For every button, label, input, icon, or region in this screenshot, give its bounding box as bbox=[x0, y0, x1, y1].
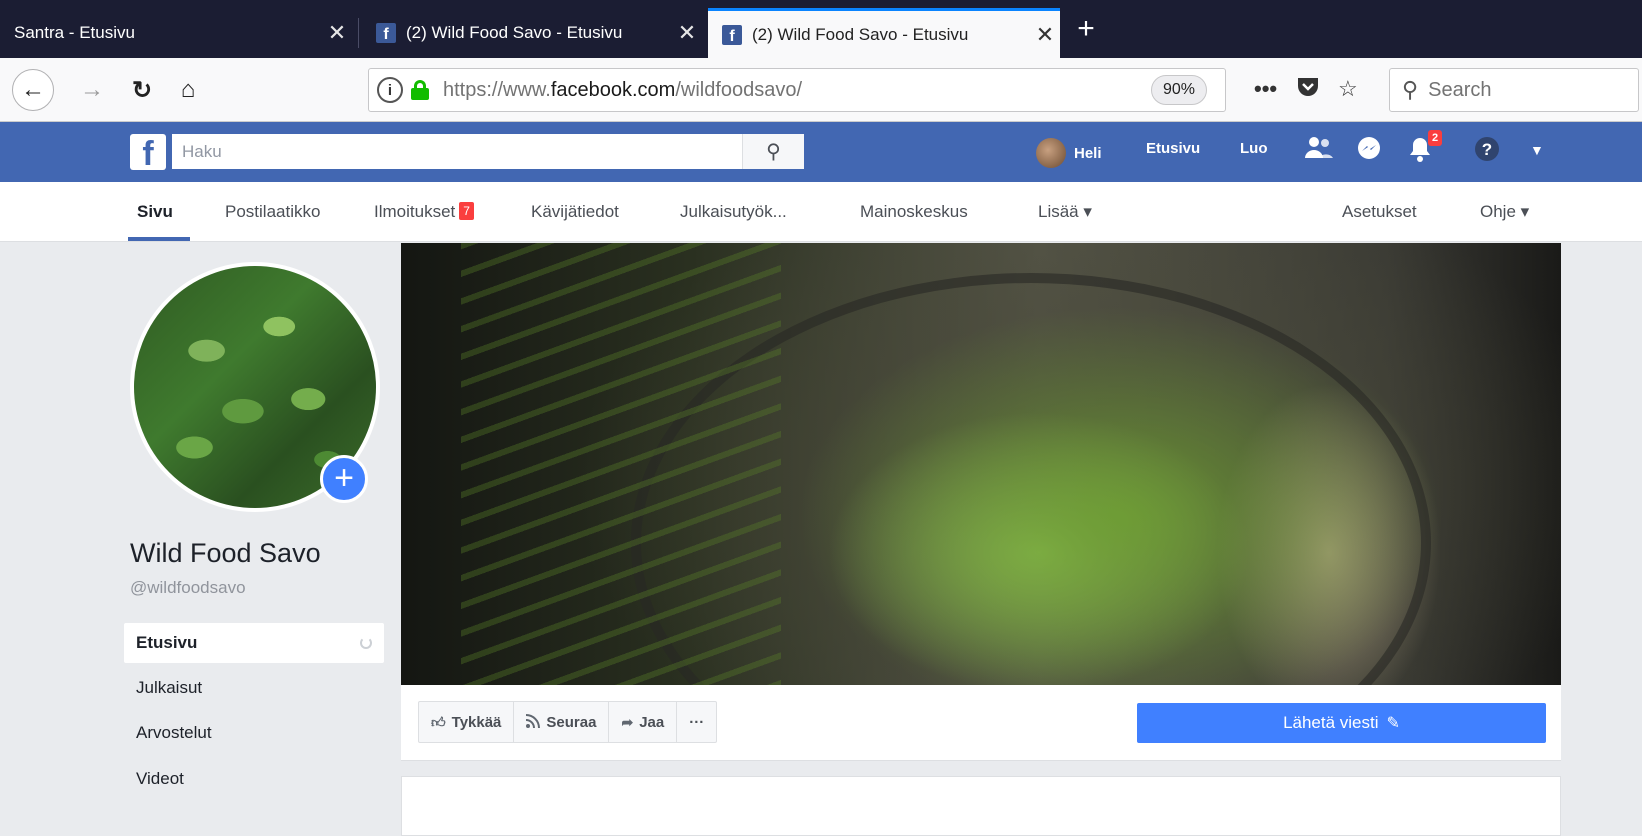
tab-kavijatiedot[interactable]: Kävijätiedot bbox=[531, 202, 619, 222]
tab-lisaa[interactable]: Lisää ▾ bbox=[1038, 202, 1092, 222]
sidebar-item-label: Julkaisut bbox=[136, 678, 203, 697]
tab-julkaisutyokalut[interactable]: Julkaisutyök... bbox=[680, 202, 787, 222]
sidebar-item-label: Videot bbox=[136, 769, 184, 788]
forward-icon[interactable]: → bbox=[74, 72, 110, 108]
sidebar-item-julkaisut[interactable]: Julkaisut bbox=[124, 668, 384, 708]
tab-sivu[interactable]: Sivu bbox=[137, 202, 173, 222]
bookmark-star-icon[interactable]: ☆ bbox=[1338, 76, 1358, 102]
page-title[interactable]: Wild Food Savo bbox=[130, 538, 321, 569]
create-link[interactable]: Luo bbox=[1240, 140, 1268, 157]
browser-tabstrip: Santra - Etusivu ✕ f (2) Wild Food Savo … bbox=[0, 0, 1642, 58]
tab-title: (2) Wild Food Savo - Etusivu bbox=[406, 23, 623, 42]
facebook-logo-icon[interactable]: f bbox=[130, 134, 166, 170]
new-tab-button[interactable]: + bbox=[1068, 10, 1104, 50]
close-icon[interactable]: ✕ bbox=[322, 20, 352, 46]
browser-tab-wildfood-1[interactable]: f (2) Wild Food Savo - Etusivu ✕ bbox=[362, 8, 702, 58]
zoom-indicator[interactable]: 90% bbox=[1151, 75, 1207, 105]
tab-ohje[interactable]: Ohje ▾ bbox=[1480, 202, 1529, 222]
url-bar[interactable]: i https://www.facebook.com/wildfoodsavo/… bbox=[368, 68, 1226, 112]
cover-photo[interactable] bbox=[401, 243, 1561, 685]
user-name: Heli bbox=[1074, 144, 1102, 162]
browser-tab-wildfood-active[interactable]: f (2) Wild Food Savo - Etusivu ✕ bbox=[708, 8, 1060, 58]
svg-text:?: ? bbox=[1482, 140, 1492, 159]
browser-toolbar: ← → ↻ ⌂ i https://www.facebook.com/wildf… bbox=[0, 58, 1642, 122]
active-tab-indicator bbox=[128, 237, 190, 241]
tab-mainoskeskus[interactable]: Mainoskeskus bbox=[860, 202, 968, 222]
browser-tab-santra[interactable]: Santra - Etusivu ✕ bbox=[0, 8, 352, 58]
page-action-bar: 👍︎ Tykkää Seuraa ➦ Jaa ··· Lähetä viesti ✎ bbox=[401, 685, 1561, 761]
sidebar-item-label: Etusivu bbox=[136, 633, 198, 652]
url-text[interactable]: https://www.facebook.com/wildfoodsavo/ bbox=[443, 79, 1151, 102]
search-icon: ⚲ bbox=[1402, 77, 1419, 102]
messenger-icon[interactable] bbox=[1356, 136, 1382, 168]
tab-ilmoitukset-label: Ilmoitukset bbox=[374, 202, 456, 221]
tab-asetukset[interactable]: Asetukset bbox=[1342, 202, 1417, 222]
sidebar-item-videot[interactable]: Videot bbox=[124, 759, 384, 799]
back-icon[interactable]: ← bbox=[12, 69, 54, 111]
tab-ilmoitukset[interactable]: Ilmoitukset 7 bbox=[374, 202, 474, 222]
loading-spinner-icon bbox=[360, 637, 372, 649]
post-composer-card bbox=[401, 776, 1561, 836]
info-icon[interactable]: i bbox=[377, 77, 403, 103]
close-icon[interactable]: ✕ bbox=[672, 20, 702, 46]
account-menu-chevron-down-icon[interactable]: ▼ bbox=[1530, 142, 1544, 158]
home-icon[interactable]: ⌂ bbox=[170, 72, 206, 108]
friend-requests-icon[interactable] bbox=[1305, 136, 1333, 164]
close-icon[interactable]: ✕ bbox=[1030, 22, 1060, 48]
send-message-button[interactable]: Lähetä viesti ✎ bbox=[1137, 703, 1546, 743]
tab-postilaatikko[interactable]: Postilaatikko bbox=[225, 202, 320, 222]
home-link[interactable]: Etusivu bbox=[1146, 140, 1200, 157]
profile-link[interactable]: Heli bbox=[1036, 138, 1102, 168]
help-icon[interactable]: ? bbox=[1474, 136, 1500, 168]
share-arrow-icon: ➦ bbox=[621, 713, 634, 730]
sidebar-item-etusivu[interactable]: Etusivu bbox=[124, 623, 384, 663]
add-photo-plus-icon[interactable]: + bbox=[320, 455, 368, 503]
tab-title: (2) Wild Food Savo - Etusivu bbox=[752, 24, 969, 44]
sidebar-item-label: Arvostelut bbox=[136, 723, 212, 742]
lock-icon bbox=[411, 80, 429, 100]
facebook-search[interactable]: ⚲ bbox=[172, 134, 804, 169]
notification-badge: 2 bbox=[1428, 130, 1443, 146]
more-icon[interactable]: ••• bbox=[1254, 76, 1277, 102]
facebook-favicon-icon: f bbox=[722, 24, 742, 45]
page-action-buttons: 👍︎ Tykkää Seuraa ➦ Jaa ··· bbox=[418, 701, 718, 743]
rss-icon bbox=[526, 713, 541, 731]
tab-separator bbox=[358, 18, 359, 48]
browser-search-input[interactable]: ⚲ Search bbox=[1389, 68, 1639, 112]
tab-title: Santra - Etusivu bbox=[14, 23, 135, 42]
pencil-icon: ✎ bbox=[1386, 715, 1400, 732]
facebook-favicon-icon: f bbox=[376, 23, 396, 43]
ilmoitukset-count-badge: 7 bbox=[459, 202, 474, 220]
like-button[interactable]: 👍︎ Tykkää bbox=[419, 702, 515, 742]
share-button[interactable]: ➦ Jaa bbox=[609, 702, 678, 742]
thumbs-up-icon: 👍︎ bbox=[431, 713, 446, 730]
page-tab-nav: Sivu Postilaatikko Ilmoitukset 7 Kävijäti… bbox=[0, 182, 1642, 242]
reload-icon[interactable]: ↻ bbox=[124, 72, 160, 108]
pocket-icon[interactable] bbox=[1296, 76, 1320, 104]
sidebar-item-arvostelut[interactable]: Arvostelut bbox=[124, 713, 384, 753]
avatar bbox=[1036, 138, 1066, 168]
facebook-header: f ⚲ Heli bbox=[0, 122, 1642, 182]
search-icon[interactable]: ⚲ bbox=[742, 134, 804, 169]
page-handle[interactable]: @wildfoodsavo bbox=[130, 578, 246, 598]
more-options-button[interactable]: ··· bbox=[677, 702, 716, 742]
follow-button[interactable]: Seuraa bbox=[514, 702, 610, 742]
search-input[interactable] bbox=[172, 134, 742, 169]
